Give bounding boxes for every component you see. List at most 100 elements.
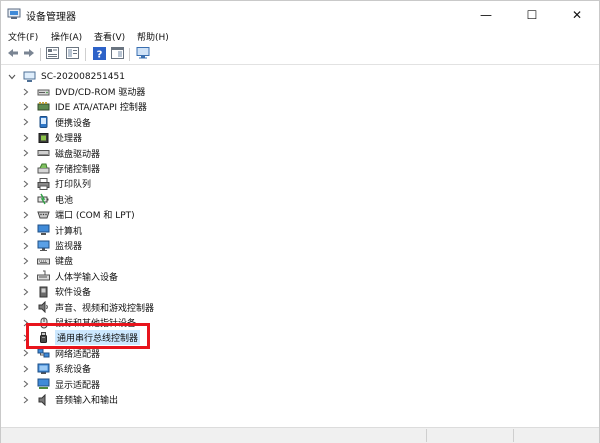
monitor-scan-icon — [136, 47, 150, 62]
chevron-right-icon[interactable] — [21, 347, 30, 359]
close-icon: ✕ — [571, 7, 583, 22]
close-button[interactable]: ✕ — [554, 1, 600, 28]
back-button[interactable] — [5, 47, 20, 62]
help-button[interactable]: ? — [92, 46, 107, 63]
action-pane-icon — [111, 47, 124, 62]
tree-item[interactable]: 通用串行总线控制器 — [21, 330, 141, 346]
chevron-right-icon[interactable] — [21, 363, 30, 375]
tree-item[interactable]: 鼠标和其他指针设备 — [21, 315, 136, 330]
chevron-down-icon[interactable] — [7, 71, 16, 83]
scan-hardware-button[interactable] — [135, 47, 150, 62]
battery-icon — [37, 193, 50, 205]
keyboard-icon — [37, 255, 50, 267]
toolbar: ? — [1, 45, 599, 65]
tree-item-label: 电池 — [55, 195, 74, 206]
menu-view[interactable]: 查看(V) — [94, 30, 125, 43]
chevron-right-icon[interactable] — [21, 317, 30, 329]
chevron-right-icon[interactable] — [21, 132, 30, 144]
chevron-right-icon[interactable] — [21, 209, 30, 221]
tree-item-label: 存储控制器 — [55, 165, 101, 175]
menu-help[interactable]: 帮助(H) — [137, 30, 169, 43]
tree-item[interactable]: 磁盘驱动器 — [21, 146, 100, 161]
forward-button[interactable] — [21, 47, 36, 62]
tree-item[interactable]: 存储控制器 — [21, 161, 100, 176]
tree-item-label: IDE ATA/ATAPI 控制器 — [55, 103, 147, 114]
computer-icon — [23, 71, 36, 83]
tree-root-label: SC-202008251451 — [41, 71, 125, 82]
chevron-right-icon[interactable] — [21, 286, 30, 298]
chevron-right-icon[interactable] — [21, 301, 30, 313]
action-pane-button[interactable] — [110, 47, 125, 62]
chevron-right-icon[interactable] — [21, 224, 30, 236]
tree-item-label: 网络适配器 — [55, 349, 101, 360]
chevron-right-icon[interactable] — [21, 270, 30, 282]
status-bar-divider — [513, 429, 514, 442]
menu-file[interactable]: 文件(F) — [8, 30, 38, 43]
tree-item-label: 端口 (COM 和 LPT) — [55, 211, 135, 222]
port-icon — [37, 209, 50, 221]
portable-device-icon — [37, 116, 50, 129]
tree-item[interactable]: 声音、视频和游戏控制器 — [21, 300, 154, 315]
audio-io-icon — [37, 393, 50, 406]
device-manager-app-icon — [7, 8, 21, 20]
usb-icon — [37, 331, 50, 344]
chevron-right-icon[interactable] — [21, 394, 30, 406]
tree-item-label: 音频输入和输出 — [55, 396, 119, 406]
minimize-button[interactable]: — — [463, 1, 509, 28]
tree-item[interactable]: 显示适配器 — [21, 377, 100, 392]
chevron-right-icon[interactable] — [21, 193, 30, 205]
properties-button[interactable] — [45, 47, 60, 62]
title-bar[interactable]: 设备管理器 — ☐ ✕ — [1, 1, 599, 28]
tree-item[interactable]: 软件设备 — [21, 284, 91, 299]
tree-item[interactable]: 端口 (COM 和 LPT) — [21, 207, 135, 222]
tree-item-label: 磁盘驱动器 — [55, 149, 101, 160]
chevron-right-icon[interactable] — [21, 163, 30, 175]
tree-item[interactable]: 键盘 — [21, 253, 73, 268]
svg-text:?: ? — [97, 49, 103, 60]
tree-item[interactable]: 音频输入和输出 — [21, 392, 118, 407]
display-adapter-icon — [37, 378, 50, 390]
tree-item[interactable]: 监视器 — [21, 238, 82, 253]
chevron-right-icon[interactable] — [21, 178, 30, 190]
device-manager-window: 设备管理器 — ☐ ✕ 文件(F) 操作(A) 查看(V) 帮助(H) ? SC… — [0, 0, 600, 443]
tree-item-label: 键盘 — [55, 257, 74, 268]
tree-item[interactable]: 人体学输入设备 — [21, 269, 118, 284]
tree-item-label: DVD/CD-ROM 驱动器 — [55, 88, 146, 98]
disk-drive-icon — [37, 147, 50, 159]
tree-item[interactable]: IDE ATA/ATAPI 控制器 — [21, 99, 147, 114]
chevron-right-icon[interactable] — [21, 86, 30, 98]
tree-root[interactable]: SC-202008251451 — [7, 69, 125, 84]
tree-item[interactable]: 处理器 — [21, 130, 82, 145]
network-adapter-icon — [37, 347, 50, 359]
chevron-right-icon[interactable] — [21, 240, 30, 252]
chevron-right-icon[interactable] — [21, 116, 30, 128]
menu-bar: 文件(F) 操作(A) 查看(V) 帮助(H) — [1, 28, 599, 45]
chevron-right-icon[interactable] — [21, 332, 30, 344]
tree-item-label: 显示适配器 — [55, 380, 101, 391]
processor-icon — [37, 132, 50, 144]
tree-item-label: 人体学输入设备 — [55, 272, 119, 283]
chevron-right-icon[interactable] — [21, 378, 30, 390]
tree-item[interactable]: 电池 — [21, 192, 73, 207]
tree-item[interactable]: 计算机 — [21, 223, 82, 238]
dvd-drive-icon — [37, 86, 50, 98]
tree-item[interactable]: 便携设备 — [21, 115, 91, 130]
chevron-right-icon[interactable] — [21, 255, 30, 267]
menu-action[interactable]: 操作(A) — [51, 30, 82, 43]
status-bar — [1, 427, 599, 443]
maximize-button[interactable]: ☐ — [509, 1, 555, 28]
tree-item-label: 通用串行总线控制器 — [55, 330, 141, 346]
show-hide-tree-button[interactable] — [65, 47, 80, 62]
help-icon: ? — [93, 46, 106, 63]
tree-item-label: 监视器 — [55, 242, 83, 252]
device-tree[interactable]: SC-202008251451 DVD/CD-ROM 驱动器 IDE ATA/AT… — [1, 65, 599, 427]
chevron-right-icon[interactable] — [21, 147, 30, 159]
tree-item[interactable]: DVD/CD-ROM 驱动器 — [21, 84, 145, 99]
software-device-icon — [37, 286, 50, 298]
tree-item[interactable]: 系统设备 — [21, 361, 91, 376]
tree-item[interactable]: 网络适配器 — [21, 346, 100, 361]
speaker-icon — [37, 301, 50, 314]
tree-item[interactable]: 打印队列 — [21, 176, 91, 191]
system-device-icon — [37, 363, 50, 375]
chevron-right-icon[interactable] — [21, 101, 30, 113]
